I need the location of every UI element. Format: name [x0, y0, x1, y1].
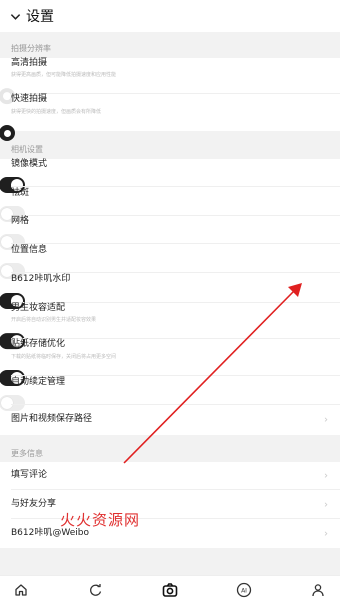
ai-icon[interactable]: AI: [236, 582, 252, 598]
camera-icon[interactable]: [162, 582, 178, 598]
watermark-text: 火火资源网: [60, 511, 141, 529]
arrow-shaft: [123, 290, 295, 464]
home-icon[interactable]: [13, 582, 29, 598]
svg-text:AI: AI: [241, 588, 247, 595]
bottom-tab-bar: AI: [0, 575, 340, 604]
refresh-icon[interactable]: [87, 582, 103, 598]
annotation-arrow: [123, 283, 302, 464]
profile-icon[interactable]: [310, 582, 326, 598]
